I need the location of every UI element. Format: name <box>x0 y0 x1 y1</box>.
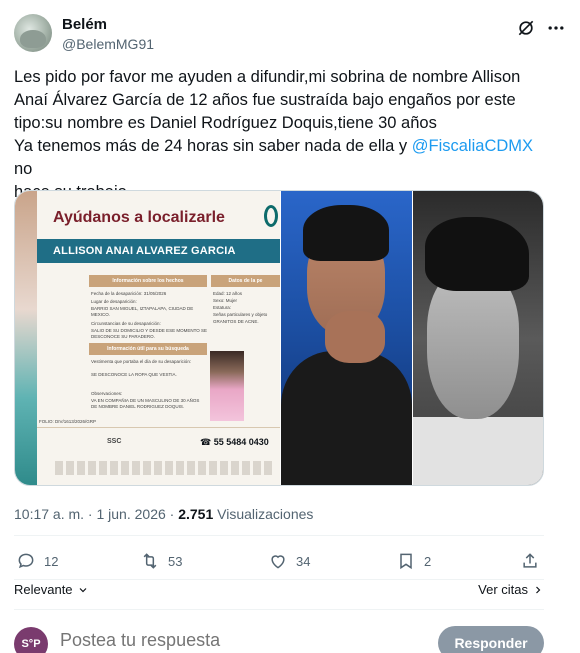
chevron-right-icon <box>536 586 541 593</box>
bookmark-button[interactable]: 2 <box>396 548 431 574</box>
poster-ssc-label: SSC <box>107 438 122 445</box>
view-quotes-link[interactable]: Ver citas <box>478 582 544 597</box>
poster-side-image <box>15 191 37 485</box>
more-icon[interactable] <box>546 18 566 38</box>
tweet-line-text: no <box>14 160 33 178</box>
poster-fact-date: Fecha de la desaparición: 31/05/2026 <box>91 291 167 296</box>
poster-fact-circ: Circunstancias de su desaparición: <box>91 321 161 326</box>
suspect-photo-1[interactable] <box>281 191 412 485</box>
like-button[interactable]: 34 <box>268 548 310 574</box>
photo-figure-hand <box>325 311 385 363</box>
photo-figure-face <box>427 269 519 419</box>
heart-icon <box>271 555 285 569</box>
author-name[interactable]: Belém <box>62 16 107 33</box>
tweet-line: Anaí Álvarez García de 12 años fue sustr… <box>14 91 516 109</box>
bookmark-count: 2 <box>424 553 432 569</box>
share-icon <box>523 553 537 568</box>
poster-title: Ayúdanos a localizarle <box>53 209 225 226</box>
photo-figure-body <box>413 417 543 485</box>
poster-fact-circ-value: SALIO DE SU DOMICILIO Y DESDE ESE MOMENT… <box>91 328 208 339</box>
grok-icon[interactable] <box>516 18 536 38</box>
like-count: 34 <box>296 553 311 569</box>
photo-figure-body <box>281 351 412 485</box>
photo-figure-hair <box>425 217 529 291</box>
poster-obs: Observaciones: <box>91 391 123 396</box>
poster-phone: ☎ 55 5484 0430 <box>200 437 269 448</box>
poster-divider <box>37 427 280 428</box>
tweet-timestamp[interactable]: 10:17 a. m. · 1 jun. 2026 · <box>14 506 178 522</box>
poster-data-sex: Sexo: Mujer <box>213 298 238 303</box>
photo-figure-hair <box>303 205 389 261</box>
views-label: Visualizaciones <box>213 506 314 522</box>
reply-submit-button[interactable]: Responder <box>438 626 544 653</box>
poster-phone-number: 55 5484 0430 <box>213 437 269 447</box>
tweet-actions: 12 53 34 2 <box>14 548 544 576</box>
share-button[interactable] <box>520 548 540 574</box>
tweet-line-text: Ya tenemos más de 24 horas sin saber nad… <box>14 137 412 155</box>
poster-clothes-value: SE DESCONOCE LA ROPA QUE VESTIA. <box>91 372 177 377</box>
poster-section-data: Datos de la pe <box>211 275 280 287</box>
missing-person-photo <box>210 351 244 421</box>
poster-data-marks: Señas particulares y objeto <box>213 312 268 317</box>
author-avatar[interactable] <box>14 14 52 52</box>
poster-logo <box>264 205 278 227</box>
media-grid: Ayúdanos a localizarle ALLISON ANAI ALVA… <box>14 190 544 486</box>
divider <box>14 609 544 610</box>
poster-clothes: Vestimenta que portaba el día de su desa… <box>91 359 192 364</box>
poster-name-bar: ALLISON ANAI ALVAREZ GARCIA <box>37 239 280 263</box>
tweet-text: Les pido por favor me ayuden a difundir,… <box>14 66 544 204</box>
poster-data-age: Edad: 12 años <box>213 291 243 296</box>
author-handle[interactable]: @BelemMG91 <box>62 36 154 52</box>
bookmark-icon <box>400 553 412 570</box>
divider <box>14 579 544 580</box>
missing-person-poster[interactable]: Ayúdanos a localizarle ALLISON ANAI ALVA… <box>15 191 280 485</box>
poster-folio: FOLIO: DIV/1613/2026/GRP <box>39 419 97 424</box>
poster-obs-value: VA EN COMPAÑIA DE UN MASCULINO DE 30 AÑO… <box>91 398 200 409</box>
poster-fact-place-value: BARRIO SAN MIGUEL, IZTAPALAPA, CIUDAD DE… <box>91 306 194 317</box>
tweet-meta: 10:17 a. m. · 1 jun. 2026 · 2.751 Visual… <box>14 506 313 522</box>
tweet-line: Les pido por favor me ayuden a difundir,… <box>14 68 521 86</box>
sort-dropdown[interactable]: Relevante <box>14 582 89 597</box>
mention-link[interactable]: @FiscaliaCDMX <box>412 137 533 155</box>
divider <box>14 535 544 536</box>
repost-icon <box>143 553 157 569</box>
repost-button[interactable]: 53 <box>140 548 182 574</box>
tweet-line: Ya tenemos más de 24 horas sin saber nad… <box>14 135 544 181</box>
suspect-photo-2[interactable] <box>413 191 543 485</box>
phone-icon: ☎ <box>200 437 214 447</box>
poster-section-facts: Información sobre los hechos <box>89 275 207 287</box>
poster-data-marks-value: GRANITOS DE ACNE. <box>213 319 259 324</box>
reply-icon <box>18 553 34 569</box>
view-quotes-label: Ver citas <box>478 582 528 597</box>
chevron-down-icon <box>79 587 86 592</box>
reply-count: 12 <box>44 553 59 569</box>
current-user-avatar: S°P <box>14 627 48 653</box>
poster-fact-place: Lugar de desaparición: <box>91 299 137 304</box>
tweet-line: tipo:su nombre es Daniel Rodríguez Doqui… <box>14 114 437 132</box>
tweet-header: Belém @BelemMG91 <box>14 12 566 56</box>
sort-label: Relevante <box>14 582 73 597</box>
reply-input[interactable] <box>60 630 360 651</box>
poster-data-height: Estatura: <box>213 305 232 310</box>
repost-count: 53 <box>168 553 183 569</box>
reply-button[interactable]: 12 <box>16 548 58 574</box>
poster-section-search: Información útil para su búsqueda <box>89 343 207 355</box>
poster-fine-print <box>55 461 275 475</box>
views-count: 2.751 <box>178 506 214 522</box>
